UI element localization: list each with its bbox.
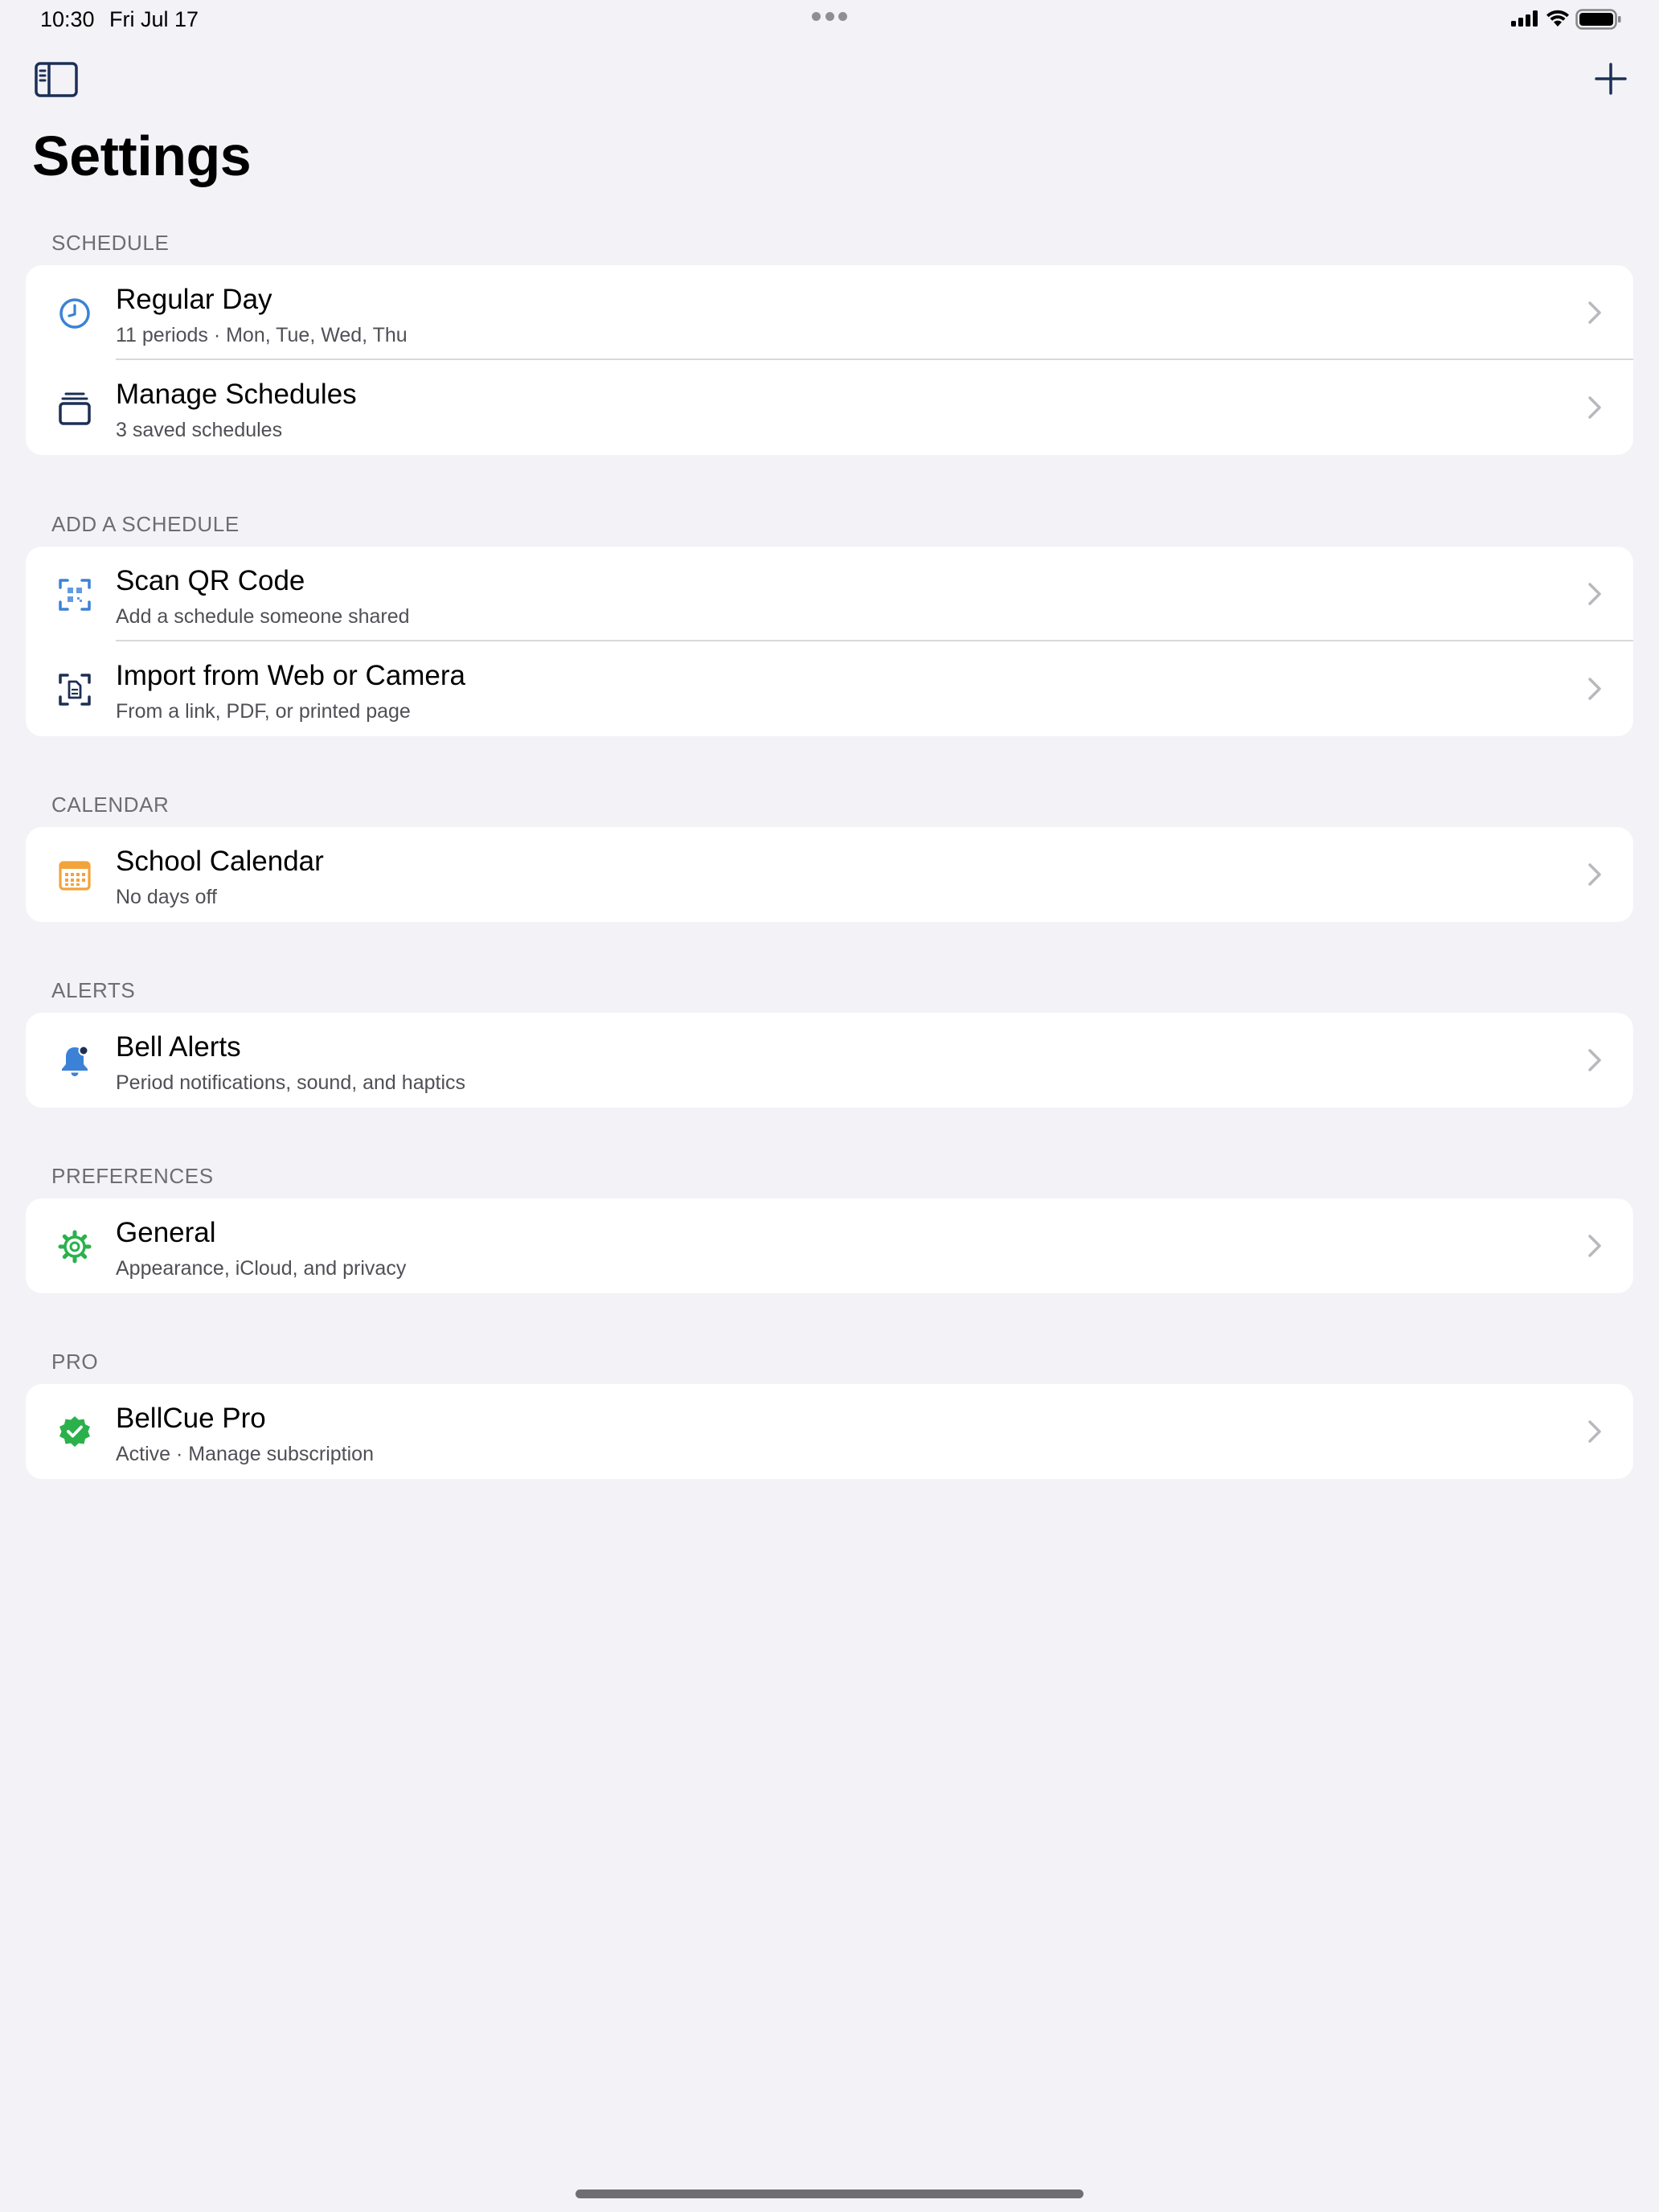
row-subtitle: No days off [116,886,218,908]
status-date: Fri Jul 17 [109,7,199,31]
row-subtitle: 3 saved schedules [116,419,283,441]
chevron-right-icon [1588,678,1601,700]
row-title: School Calendar [116,846,324,877]
row-bellcue-pro[interactable]: BellCue Pro Active · Manage subscription [26,1384,1633,1479]
row-title: Scan QR Code [116,565,305,596]
page-title: Settings [32,125,252,187]
verified-badge-icon [59,1416,90,1447]
section-header-add-schedule: ADD A SCHEDULE [51,512,240,536]
schedule-card: Regular Day 11 periods · Mon, Tue, Wed, … [26,265,1633,455]
chevron-right-icon [1588,863,1601,886]
section-header-alerts: ALERTS [51,978,136,1002]
row-subtitle: From a link, PDF, or printed page [116,700,411,723]
row-subtitle: Add a schedule someone shared [116,605,410,628]
home-indicator[interactable] [576,2189,1083,2198]
wifi-icon [1546,10,1569,27]
row-school-calendar[interactable]: School Calendar No days off [26,827,1633,922]
section-header-preferences: PREFERENCES [51,1164,214,1188]
chevron-right-icon [1588,1235,1601,1257]
row-general[interactable]: General Appearance, iCloud, and privacy [26,1198,1633,1293]
sidebar-toggle-icon[interactable] [34,61,79,98]
row-scan-qr-code[interactable]: Scan QR Code Add a schedule someone shar… [26,547,1633,641]
calendar-icon [59,861,91,891]
section-header-calendar: CALENDAR [51,793,170,817]
section-header-schedule: SCHEDULE [51,231,170,255]
calendar-card: School Calendar No days off [26,827,1633,922]
row-manage-schedules[interactable]: Manage Schedules 3 saved schedules [26,360,1633,455]
row-title: Bell Alerts [116,1031,241,1063]
multitasking-dots-icon[interactable] [812,11,847,21]
chevron-right-icon [1588,301,1601,324]
row-subtitle: Appearance, iCloud, and privacy [116,1257,407,1280]
row-bell-alerts[interactable]: Bell Alerts Period notifications, sound,… [26,1013,1633,1108]
chevron-right-icon [1588,583,1601,605]
row-subtitle: Period notifications, sound, and haptics [116,1071,465,1094]
qr-code-icon [59,579,91,611]
row-title: BellCue Pro [116,1403,266,1434]
status-time: 10:30 [40,7,95,31]
chevron-right-icon [1588,1420,1601,1443]
gear-icon [58,1230,92,1264]
section-header-pro: PRO [51,1350,99,1374]
add-button[interactable] [1588,58,1633,100]
pro-card: BellCue Pro Active · Manage subscription [26,1384,1633,1479]
row-title: Import from Web or Camera [116,660,466,691]
chevron-right-icon [1588,1049,1601,1071]
preferences-card: General Appearance, iCloud, and privacy [26,1198,1633,1293]
row-title: Manage Schedules [116,379,357,410]
clock-icon [59,298,90,329]
row-import-web-camera[interactable]: Import from Web or Camera From a link, P… [26,641,1633,736]
add-schedule-card: Scan QR Code Add a schedule someone shar… [26,547,1633,736]
row-subtitle: 11 periods · Mon, Tue, Wed, Thu [116,324,408,346]
document-scan-icon [59,674,91,706]
row-title: General [116,1217,216,1248]
row-subtitle: Active · Manage subscription [116,1443,374,1465]
cellular-signal-icon [1511,10,1538,27]
row-regular-day[interactable]: Regular Day 11 periods · Mon, Tue, Wed, … [26,265,1633,360]
stack-icon [59,392,91,425]
alerts-card: Bell Alerts Period notifications, sound,… [26,1013,1633,1108]
row-title: Regular Day [116,284,272,315]
battery-icon [1575,9,1621,30]
chevron-right-icon [1588,396,1601,419]
bell-badge-icon [62,1045,89,1076]
